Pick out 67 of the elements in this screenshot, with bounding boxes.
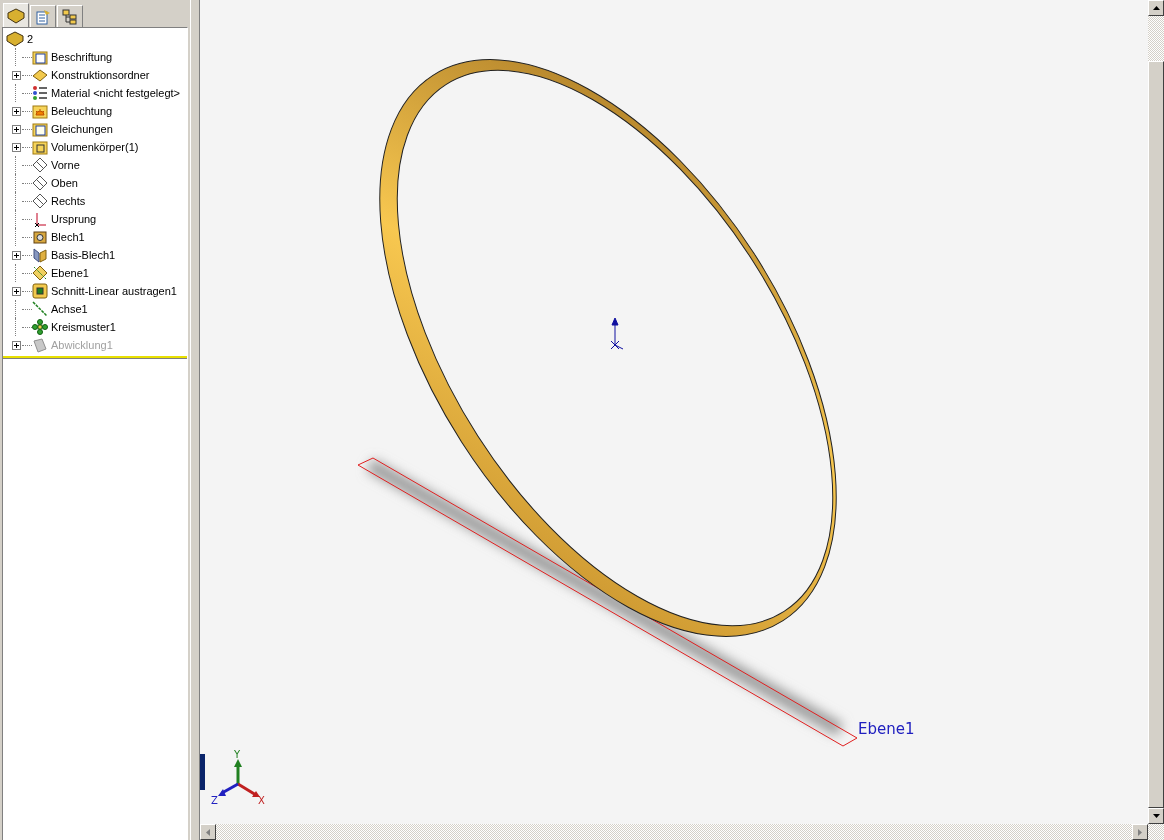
tree-item[interactable]: Schnitt-Linear austragen1	[51, 285, 177, 297]
panel-tab[interactable]	[30, 5, 56, 28]
tree-item[interactable]: Blech1	[51, 231, 85, 243]
folder-icon	[32, 49, 48, 65]
origin-icon	[610, 317, 624, 350]
plane-icon	[32, 175, 48, 191]
plane-label: Ebene1	[858, 720, 915, 738]
tree-item[interactable]: Oben	[51, 177, 78, 189]
tree-item[interactable]: Ebene1	[51, 267, 89, 279]
ring-body[interactable]	[379, 59, 837, 637]
part-icon	[6, 31, 24, 47]
plane-icon	[32, 193, 48, 209]
tree-item[interactable]: Rechts	[51, 195, 86, 207]
axis-label: X	[258, 795, 265, 806]
expand-icon[interactable]	[11, 142, 21, 152]
cut-extrude-icon	[32, 283, 48, 299]
splitter-bar[interactable]	[190, 0, 200, 840]
part-icon	[7, 8, 25, 24]
axis-triad-drawing	[218, 759, 260, 797]
expand-icon[interactable]	[11, 106, 21, 116]
expand-icon[interactable]	[11, 250, 21, 260]
sheet-metal-icon	[32, 229, 48, 245]
scroll-right-button[interactable]	[1132, 824, 1148, 840]
lighting-folder-icon	[32, 103, 48, 119]
scroll-thumb[interactable]	[1148, 60, 1164, 808]
base-flange-icon	[32, 247, 48, 263]
scroll-down-button[interactable]	[1148, 808, 1164, 824]
graphics-viewport[interactable]: Ebene1 Y Z X	[200, 0, 1148, 824]
left-arrow-icon	[206, 828, 210, 836]
tree-item[interactable]: Achse1	[51, 303, 88, 315]
scroll-up-button[interactable]	[1148, 0, 1164, 16]
view-marker	[200, 754, 205, 790]
panel-tab[interactable]	[3, 3, 29, 28]
rollback-bar[interactable]	[3, 356, 187, 359]
configuration-icon	[62, 9, 78, 25]
scroll-left-button[interactable]	[200, 824, 216, 840]
axis-label: Z	[211, 795, 218, 806]
tree-item[interactable]: Ursprung	[51, 213, 97, 225]
circular-pattern-icon	[32, 319, 48, 335]
bodies-folder-icon	[32, 139, 48, 155]
panel-tab[interactable]	[57, 5, 83, 28]
tree-item[interactable]: Gleichungen	[51, 123, 113, 135]
flat-pattern-icon	[32, 337, 48, 353]
axis-icon	[32, 301, 48, 317]
tree-item[interactable]: Volumenkörper(1)	[51, 141, 139, 153]
origin-icon	[32, 211, 48, 227]
tree-item[interactable]: Kreismuster1	[51, 321, 116, 333]
tree-item[interactable]: Vorne	[51, 159, 80, 171]
plane-icon	[32, 157, 48, 173]
up-arrow-icon	[1152, 6, 1160, 10]
tree-item[interactable]: Konstruktionsordner	[51, 69, 150, 81]
expand-icon[interactable]	[11, 70, 21, 80]
equations-folder-icon	[32, 121, 48, 137]
axis-label: Y	[234, 749, 241, 760]
material-list-icon	[32, 85, 48, 101]
tree-item[interactable]: Beschriftung	[51, 51, 113, 63]
tree-item[interactable]: 2	[27, 33, 34, 45]
reference-plane-icon	[32, 265, 48, 281]
tree-item[interactable]: Basis-Blech1	[51, 249, 116, 261]
down-arrow-icon	[1152, 814, 1160, 818]
diamond-folder-icon	[32, 67, 48, 83]
tree-item[interactable]: Material <nicht festgelegt>	[51, 87, 181, 99]
document-icon	[35, 9, 51, 25]
expand-icon[interactable]	[11, 286, 21, 296]
expand-icon[interactable]	[11, 124, 21, 134]
right-arrow-icon	[1138, 828, 1142, 836]
tree-item[interactable]: Beleuchtung	[51, 105, 113, 117]
